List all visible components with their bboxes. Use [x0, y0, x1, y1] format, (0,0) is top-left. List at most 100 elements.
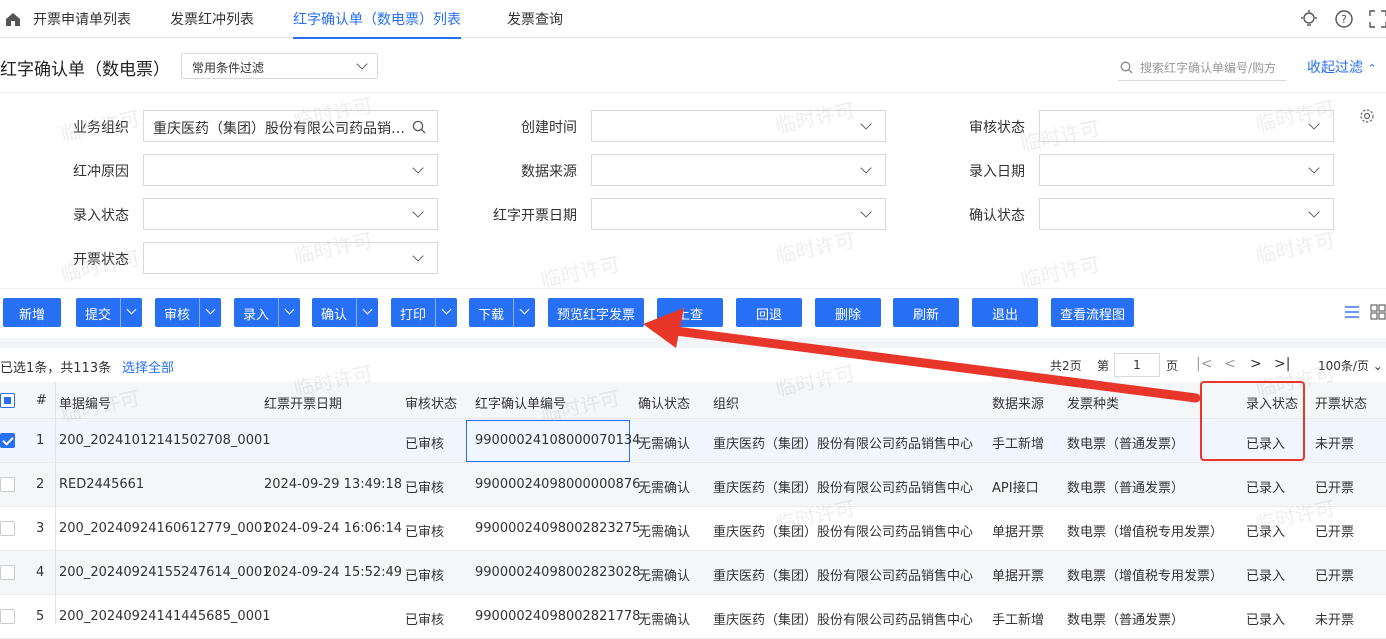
table-row[interactable]: 4 200_20240924155247614_0001 2024-09-24 …: [0, 551, 1386, 595]
audit-button[interactable]: 审核: [155, 298, 221, 327]
col-code[interactable]: 单据编号: [59, 393, 111, 412]
row-checkbox[interactable]: [0, 521, 15, 536]
col-source[interactable]: 数据来源: [992, 393, 1044, 412]
fullscreen-icon[interactable]: [1368, 9, 1386, 29]
per-page-select[interactable]: 100条/页 ⌄: [1318, 357, 1383, 374]
col-org[interactable]: 组织: [713, 393, 739, 412]
chevron-down-icon: [860, 118, 872, 130]
first-page-icon[interactable]: |<: [1196, 356, 1212, 372]
add-button[interactable]: 新增: [3, 298, 61, 327]
chevron-down-icon: [412, 250, 424, 262]
rollback-button[interactable]: 回退: [736, 298, 802, 327]
row-checkbox[interactable]: [0, 477, 15, 492]
last-page-icon[interactable]: >|: [1274, 356, 1290, 372]
view-flowchart-button[interactable]: 查看流程图: [1051, 298, 1134, 327]
invoice-status-label: 开票状态: [73, 252, 129, 268]
divider: [0, 338, 1386, 348]
chevron-down-icon[interactable]: [120, 298, 142, 327]
tab-invoice-request[interactable]: 开票申请单列表: [33, 9, 131, 29]
chevron-down-icon: [412, 162, 424, 174]
chevron-down-icon: [1308, 206, 1320, 218]
delete-button[interactable]: 删除: [815, 298, 881, 327]
red-date-field[interactable]: [591, 198, 886, 230]
search-icon[interactable]: [412, 120, 426, 134]
chevron-down-icon[interactable]: [199, 298, 221, 327]
select-all-checkbox[interactable]: [0, 393, 15, 408]
row-checkbox[interactable]: [0, 565, 15, 580]
chevron-down-icon: [356, 58, 368, 70]
reason-field[interactable]: [143, 154, 438, 186]
selection-count: 已选1条，共113条: [0, 361, 112, 376]
confirm-status-field[interactable]: [1039, 198, 1334, 230]
col-confirm[interactable]: 确认状态: [638, 393, 690, 412]
page-title: 红字确认单（数电票）: [0, 60, 170, 80]
confirm-button[interactable]: 确认: [312, 298, 378, 327]
filter-preset-select[interactable]: 常用条件过滤: [181, 53, 378, 79]
submit-button[interactable]: 提交: [76, 298, 142, 327]
exit-button[interactable]: 退出: [972, 298, 1038, 327]
chevron-down-icon[interactable]: [435, 298, 457, 327]
chevron-down-icon[interactable]: [278, 298, 300, 327]
source-field[interactable]: [591, 154, 886, 186]
page-number-input[interactable]: 1: [1114, 353, 1160, 377]
table-row[interactable]: 3 200_20240924160612779_0001 2024-09-24 …: [0, 507, 1386, 551]
col-kind[interactable]: 发票种类: [1067, 393, 1119, 412]
grid-view-icon[interactable]: [1370, 304, 1386, 320]
confirm-status-label: 确认状态: [969, 208, 1025, 224]
col-red-date[interactable]: 红票开票日期: [264, 393, 342, 412]
review-status-label: 审核状态: [969, 120, 1025, 136]
org-field[interactable]: 重庆医药（集团）股份有限公司药品销售中心: [143, 110, 438, 142]
tab-red-flush[interactable]: 发票红冲列表: [170, 9, 254, 29]
search-icon: [1120, 61, 1133, 74]
summary-bar: 已选1条，共113条 选择全部 共2页 第 1 页 |< < > >| 100条…: [0, 348, 1386, 382]
download-button[interactable]: 下载: [469, 298, 535, 327]
refresh-button[interactable]: 刷新: [893, 298, 959, 327]
collapse-filter-link[interactable]: 收起过滤 ⌃: [1307, 57, 1377, 77]
chevron-down-icon[interactable]: [513, 298, 535, 327]
col-red-no[interactable]: 红字确认单编号: [475, 393, 566, 412]
entry-status-label: 录入状态: [73, 208, 129, 224]
tab-invoice-query[interactable]: 发票查询: [507, 9, 563, 29]
print-button[interactable]: 打印: [391, 298, 457, 327]
col-audit[interactable]: 审核状态: [405, 393, 457, 412]
chevron-down-icon: [1308, 162, 1320, 174]
table-row[interactable]: 5 200_20240924141445685_0001 已审核 9900002…: [0, 595, 1386, 639]
chevron-down-icon: [860, 206, 872, 218]
lightbulb-icon[interactable]: [1299, 9, 1319, 29]
data-table: # 单据编号 红票开票日期 审核状态 红字确认单编号 确认状态 组织 数据来源 …: [0, 382, 1386, 639]
prev-page-icon[interactable]: <: [1224, 356, 1236, 372]
frozen-column-divider: [55, 382, 56, 624]
preview-red-invoice-button[interactable]: 预览红字发票: [548, 298, 644, 327]
table-row[interactable]: 2 RED2445661 2024-09-29 13:49:18 已审核 990…: [0, 463, 1386, 507]
list-view-icon[interactable]: [1344, 304, 1360, 320]
tab-red-confirm[interactable]: 红字确认单（数电票）列表: [293, 9, 461, 39]
filter-panel: 业务组织 重庆医药（集团）股份有限公司药品销售中心 创建时间 审核状态 红冲原因…: [0, 92, 1386, 288]
search-input[interactable]: 搜索红字确认单编号/购方: [1118, 55, 1286, 81]
entry-status-field[interactable]: [143, 198, 438, 230]
created-time-field[interactable]: [591, 110, 886, 142]
col-index: #: [36, 393, 47, 408]
row-checkbox[interactable]: [0, 433, 15, 448]
table-row[interactable]: 1 200_20241012141502708_0001 已审核 9900002…: [0, 419, 1386, 463]
review-status-field[interactable]: [1039, 110, 1334, 142]
reason-label: 红冲原因: [73, 164, 129, 180]
org-label: 业务组织: [73, 120, 129, 136]
chevron-down-icon[interactable]: [356, 298, 378, 327]
select-all-link[interactable]: 选择全部: [122, 357, 174, 376]
entry-date-label: 录入日期: [969, 164, 1025, 180]
entry-button[interactable]: 录入: [234, 298, 300, 327]
col-invoice-status[interactable]: 开票状态: [1315, 393, 1367, 412]
row-checkbox[interactable]: [0, 609, 15, 624]
top-nav: 开票申请单列表 发票红冲列表 红字确认单（数电票）列表 发票查询 ?: [0, 0, 1386, 39]
next-page-icon[interactable]: >: [1250, 356, 1262, 372]
gear-icon[interactable]: [1359, 108, 1375, 124]
annotation-highlight-box: [1200, 381, 1305, 461]
entry-date-field[interactable]: [1039, 154, 1334, 186]
red-date-label: 红字开票日期: [493, 208, 577, 224]
table-header: # 单据编号 红票开票日期 审核状态 红字确认单编号 确认状态 组织 数据来源 …: [0, 382, 1386, 419]
lookup-button[interactable]: 上查: [657, 298, 723, 327]
help-icon[interactable]: ?: [1334, 9, 1354, 29]
svg-text:?: ?: [1341, 13, 1347, 26]
invoice-status-field[interactable]: [143, 242, 438, 274]
home-icon[interactable]: [4, 10, 22, 28]
